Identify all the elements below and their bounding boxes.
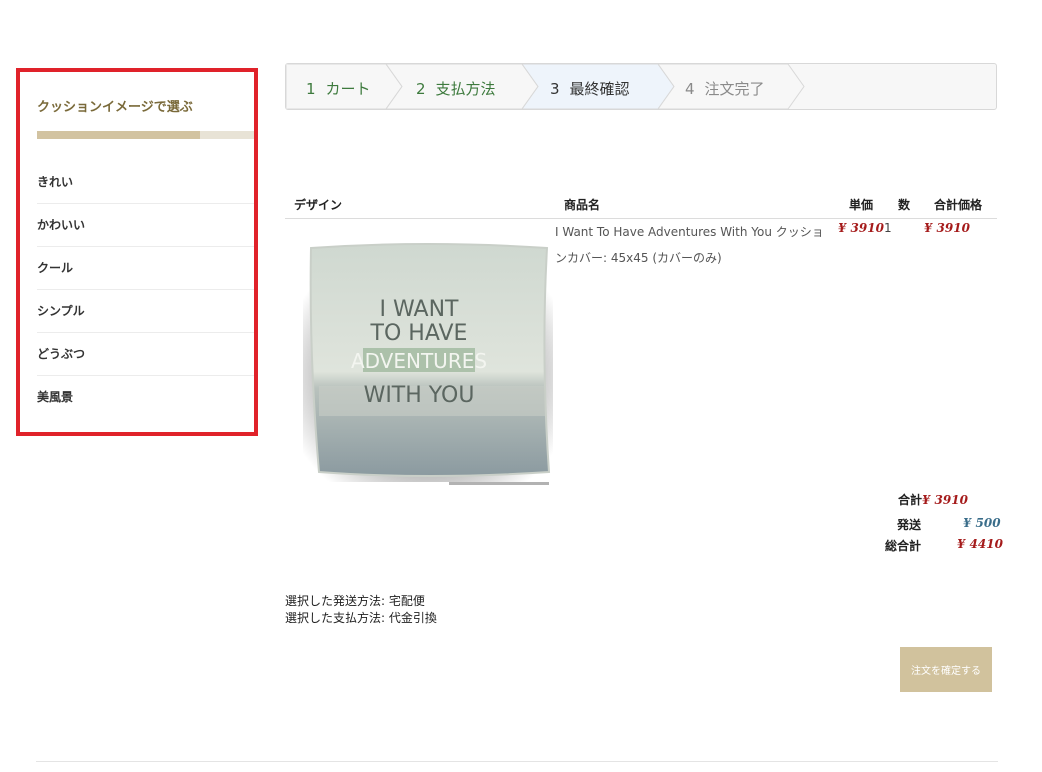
quantity: 1	[884, 221, 892, 235]
sidebar-progress-fill	[37, 131, 200, 139]
grand-total-label: 総合計	[885, 539, 922, 553]
confirm-order-button[interactable]: 注文を確定する	[900, 647, 992, 692]
product-name[interactable]: I Want To Have Adventures With You クッション…	[555, 219, 831, 271]
category-label: クール	[37, 261, 74, 275]
category-label: かわいい	[37, 218, 86, 232]
subtotal-label: 合計	[898, 493, 923, 507]
cushion-text-line4: WITH YOU	[364, 383, 475, 408]
category-item-kawaii[interactable]: かわいい	[37, 204, 254, 247]
checkout-steps: 1 カート 2 支払方法 3 最終確認 4 注文完了	[285, 63, 997, 110]
shipping-value: ¥ 500	[963, 516, 1001, 530]
cushion-text-line2: TO HAVE	[370, 321, 468, 346]
category-label: きれい	[37, 175, 74, 189]
shipping-row: 発送	[897, 516, 921, 533]
unit-price: ¥ 3910	[838, 221, 884, 235]
shipping-label: 発送	[897, 518, 922, 532]
footer-divider	[36, 761, 998, 762]
step-cart-label: 1 カート	[306, 80, 371, 98]
product-image: I WANT TO HAVE ADVENTURES WITH YOU	[297, 236, 553, 491]
step-complete-label: 4 注文完了	[685, 80, 765, 98]
header-total-price: 合計価格	[934, 198, 983, 212]
header-product-name: 商品名	[564, 198, 601, 212]
category-sidebar: クッションイメージで選ぶ きれい かわいい クール シンプル どうぶつ 美風景	[16, 68, 258, 436]
step-complete: 4 注文完了	[658, 64, 806, 109]
category-item-scenery[interactable]: 美風景	[37, 376, 254, 419]
step-confirm-label: 3 最終確認	[550, 80, 630, 98]
sidebar-title: クッションイメージで選ぶ	[37, 100, 193, 115]
category-label: 美風景	[37, 390, 74, 404]
category-item-cool[interactable]: クール	[37, 247, 254, 290]
category-list: きれい かわいい クール シンプル どうぶつ 美風景	[37, 161, 254, 419]
category-item-animal[interactable]: どうぶつ	[37, 333, 254, 376]
category-label: シンプル	[37, 304, 85, 318]
step-confirm[interactable]: 3 最終確認	[522, 64, 676, 109]
cushion-text-line3: ADVENTURES	[351, 349, 487, 373]
subtotal-value: ¥ 3910	[922, 493, 968, 507]
line-total: ¥ 3910	[924, 221, 970, 235]
category-item-kirei[interactable]: きれい	[37, 161, 254, 204]
selected-shipping-method: 選択した発送方法: 宅配便	[285, 594, 425, 608]
cushion-image: I WANT TO HAVE ADVENTURES WITH YOU	[303, 243, 553, 485]
cushion-text-line1: I WANT	[380, 297, 460, 322]
header-design: デザイン	[294, 198, 343, 212]
step-payment-label: 2 支払方法	[416, 80, 496, 98]
selected-payment-method: 選択した支払方法: 代金引換	[285, 611, 437, 625]
grand-total-row: 総合計	[885, 537, 921, 554]
header-quantity: 数	[898, 198, 911, 212]
sidebar-progress-bar	[37, 131, 254, 139]
subtotal-row: 合計¥ 3910	[898, 491, 968, 508]
category-label: どうぶつ	[37, 347, 86, 361]
grand-total-value: ¥ 4410	[957, 537, 1003, 551]
category-item-simple[interactable]: シンプル	[37, 290, 254, 333]
header-unit-price: 単価	[849, 198, 874, 212]
step-payment[interactable]: 2 支払方法	[386, 64, 540, 109]
